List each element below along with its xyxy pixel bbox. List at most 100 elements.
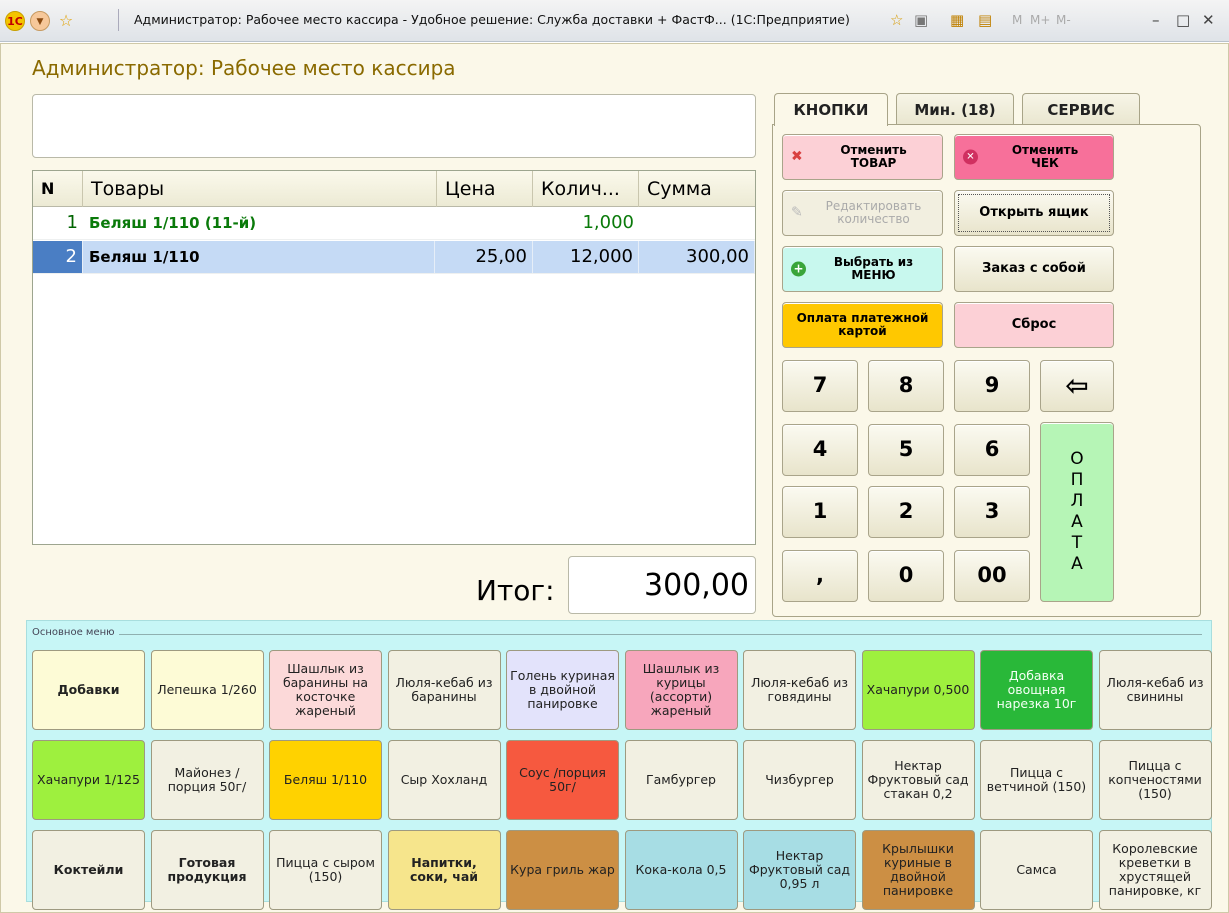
- key-5[interactable]: 5: [868, 424, 944, 476]
- calculator-icon[interactable]: ▦: [950, 10, 964, 30]
- menu-item[interactable]: Готовая продукция: [150, 830, 264, 910]
- row-price: [437, 207, 533, 239]
- key-00[interactable]: 00: [954, 550, 1030, 602]
- menu-item[interactable]: Самса: [980, 830, 1093, 910]
- open-drawer-button[interactable]: Открыть ящик: [954, 190, 1114, 236]
- message-field[interactable]: [32, 94, 756, 158]
- tab-service[interactable]: СЕРВИС: [1022, 93, 1140, 125]
- pay-button[interactable]: О П Л А Т А: [1040, 422, 1114, 602]
- menu-item[interactable]: Шашлык из курицы (ассорти) жареный: [624, 650, 738, 730]
- menu-item[interactable]: Шашлык из баранины на косточке жареный: [269, 650, 382, 730]
- card-payment-label: Оплата платежной картой: [796, 310, 929, 338]
- column-header-qty[interactable]: Колич...: [533, 171, 639, 207]
- menu-item[interactable]: Люля-кебаб из говядины: [743, 650, 856, 730]
- cancel-item-button[interactable]: ✖ Отменить ТОВАР: [782, 134, 943, 180]
- history-icon[interactable]: ▣: [914, 10, 928, 30]
- key-4[interactable]: 4: [782, 424, 858, 476]
- key-9[interactable]: 9: [954, 360, 1030, 412]
- menu-item[interactable]: Соус /порция 50г/: [506, 740, 619, 820]
- reset-label: Сброс: [1011, 316, 1057, 332]
- menu-item[interactable]: Майонез /порция 50г/: [150, 740, 264, 820]
- key-2[interactable]: 2: [868, 486, 944, 538]
- key-3[interactable]: 3: [954, 486, 1030, 538]
- table-row[interactable]: 2 Беляш 1/110 25,00 12,000 300,00: [33, 241, 755, 274]
- open-drawer-label: Открыть ящик: [979, 204, 1089, 220]
- menu-item[interactable]: Королевские креветки в хрустящей паниров…: [1098, 830, 1212, 910]
- menu-item[interactable]: Пицца с сыром (150): [269, 830, 382, 910]
- menu-item[interactable]: Лепешка 1/260: [150, 650, 264, 730]
- menu-item[interactable]: Голень куриная в двойной панировке: [506, 650, 619, 730]
- memory-m-button[interactable]: M: [1012, 10, 1022, 30]
- column-header-n[interactable]: N: [33, 171, 83, 207]
- row-number: 2: [33, 241, 83, 273]
- add-favorite-icon[interactable]: ☆: [890, 10, 903, 30]
- main-menu-dropdown-icon[interactable]: ▼: [30, 11, 50, 31]
- row-item: Беляш 1/110: [89, 241, 435, 273]
- key-7[interactable]: 7: [782, 360, 858, 412]
- row-item: Беляш 1/110 (11-й): [89, 214, 257, 232]
- memory-minus-button[interactable]: M-: [1056, 10, 1071, 30]
- column-header-sum[interactable]: Сумма: [639, 171, 755, 207]
- menu-item[interactable]: Нектар Фруктовый сад 0,95 л: [743, 830, 856, 910]
- takeaway-button[interactable]: Заказ с собой: [954, 246, 1114, 292]
- key-0[interactable]: 0: [868, 550, 944, 602]
- row-number: 1: [66, 212, 78, 233]
- calendar-icon[interactable]: ▤: [978, 10, 992, 30]
- menu-item[interactable]: Гамбургер: [624, 740, 738, 820]
- menu-item[interactable]: Беляш 1/110: [269, 740, 382, 820]
- menu-item[interactable]: Люля-кебаб из баранины: [387, 650, 501, 730]
- choose-from-menu-label: Выбрать из МЕНЮ: [833, 254, 914, 282]
- menu-item[interactable]: Пицца с ветчиной (150): [980, 740, 1093, 820]
- key-comma[interactable]: ,: [782, 550, 858, 602]
- items-table[interactable]: N Товары Цена Колич... Сумма 1 Беляш 1/1…: [32, 170, 756, 545]
- table-row[interactable]: 1 Беляш 1/110 (11-й) 1,000: [33, 207, 755, 240]
- favorites-star-icon[interactable]: ☆: [56, 11, 76, 31]
- tab-buttons[interactable]: КНОПКИ: [774, 93, 888, 126]
- menu-item[interactable]: Сыр Хохланд: [387, 740, 501, 820]
- backspace-arrow-icon: ⇦: [1065, 368, 1089, 402]
- backspace-button[interactable]: ⇦: [1040, 360, 1114, 412]
- takeaway-label: Заказ с собой: [982, 260, 1086, 276]
- menu-item[interactable]: Хачапури 1/125: [32, 740, 145, 820]
- key-6[interactable]: 6: [954, 424, 1030, 476]
- tab-min[interactable]: Мин. (18): [896, 93, 1014, 125]
- cancel-circle-icon: ✕: [963, 149, 978, 165]
- memory-plus-button[interactable]: M+: [1030, 10, 1050, 30]
- row-sum: [639, 207, 755, 239]
- minimize-button[interactable]: –: [1152, 10, 1160, 30]
- edit-quantity-button[interactable]: ✎ Редактировать количество: [782, 190, 943, 236]
- menu-item[interactable]: Люля-кебаб из свинины: [1098, 650, 1212, 730]
- menu-item[interactable]: Хачапури 0,500: [861, 650, 975, 730]
- column-header-price[interactable]: Цена: [437, 171, 533, 207]
- menu-item[interactable]: Добавки: [32, 650, 145, 730]
- close-button[interactable]: ✕: [1202, 10, 1215, 30]
- key-1[interactable]: 1: [782, 486, 858, 538]
- column-header-items[interactable]: Товары: [83, 171, 437, 207]
- total-value: 300,00: [568, 556, 756, 614]
- cross-icon: ✖: [791, 148, 803, 165]
- app-logo-icon[interactable]: 1С: [5, 11, 25, 31]
- pay-label: О П Л А Т А: [1070, 449, 1084, 574]
- key-8[interactable]: 8: [868, 360, 944, 412]
- page-title: Администратор: Рабочее место кассира: [32, 56, 456, 80]
- menu-item[interactable]: Кура гриль жар: [506, 830, 619, 910]
- menu-caption-line: [32, 634, 1202, 635]
- menu-item[interactable]: Крылышки куриные в двойной панировке: [861, 830, 975, 910]
- menu-item[interactable]: Напитки, соки, чай: [387, 830, 501, 910]
- menu-item[interactable]: Пицца с копченостями (150): [1098, 740, 1212, 820]
- reset-button[interactable]: Сброс: [954, 302, 1114, 348]
- card-payment-button[interactable]: Оплата платежной картой: [782, 302, 943, 348]
- menu-item[interactable]: Кока-кола 0,5: [624, 830, 738, 910]
- row-qty: 12,000: [533, 241, 639, 273]
- total-label: Итог:: [476, 574, 555, 607]
- menu-item[interactable]: Добавка овощная нарезка 10г: [980, 650, 1093, 730]
- maximize-button[interactable]: □: [1176, 10, 1190, 30]
- titlebar-separator: [118, 9, 119, 31]
- menu-item[interactable]: Нектар Фруктовый сад стакан 0,2: [861, 740, 975, 820]
- pencil-icon: ✎: [791, 204, 803, 221]
- menu-item[interactable]: Коктейли: [32, 830, 145, 910]
- menu-item[interactable]: Чизбургер: [743, 740, 856, 820]
- cancel-check-button[interactable]: ✕ Отменить ЧЕК: [954, 134, 1114, 180]
- row-qty: 1,000: [582, 212, 634, 233]
- choose-from-menu-button[interactable]: + Выбрать из МЕНЮ: [782, 246, 943, 292]
